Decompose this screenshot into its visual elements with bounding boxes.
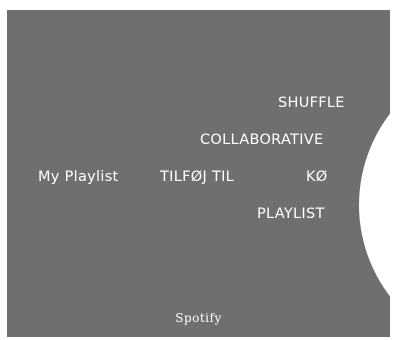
menu-wheel[interactable] bbox=[359, 55, 390, 337]
add-to-option[interactable]: TILFØJ TIL bbox=[160, 168, 234, 186]
playlist-title: My Playlist bbox=[38, 169, 119, 185]
spotify-logo: Spotify bbox=[7, 310, 390, 326]
spotify-logo-text: Spotify bbox=[175, 311, 222, 325]
playlist-option[interactable]: PLAYLIST bbox=[257, 205, 325, 223]
spotify-context-menu-panel: My Playlist SHUFFLE COLLABORATIVE TILFØJ… bbox=[7, 10, 390, 337]
shuffle-option[interactable]: SHUFFLE bbox=[278, 94, 345, 112]
collaborative-option[interactable]: COLLABORATIVE bbox=[200, 131, 323, 149]
queue-option[interactable]: KØ bbox=[306, 168, 328, 186]
